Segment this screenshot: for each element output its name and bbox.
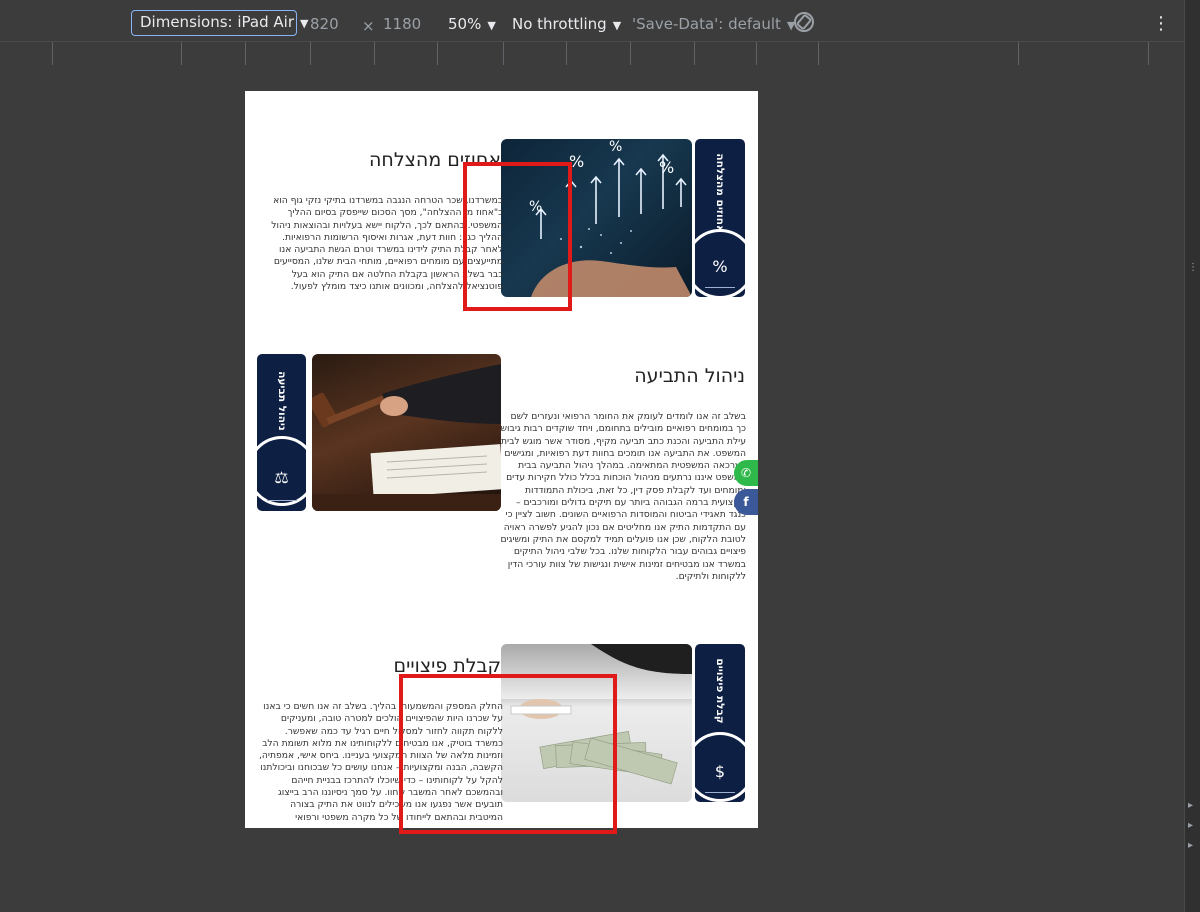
svg-text:%: % [659, 158, 674, 177]
chevron-down-icon: ▼ [299, 17, 309, 30]
side-banner-label: קבלת פיצויים [714, 658, 726, 725]
expand-arrow-icon[interactable]: ▸ [1188, 840, 1198, 851]
rotate-icon [794, 12, 814, 32]
ruler-mark [694, 42, 695, 65]
height-input[interactable]: 1180 [383, 11, 421, 37]
drag-handle-icon[interactable]: ⋮ [1188, 262, 1198, 273]
chevron-down-icon: ▼ [612, 19, 622, 32]
money-hand-icon: $ [714, 762, 726, 781]
section-side-banner: קבלת פיצויים $ [695, 644, 745, 802]
ruler-mark [566, 42, 567, 65]
ruler-mark [181, 42, 182, 65]
whatsapp-icon: ✆ [740, 466, 752, 480]
save-data-dropdown[interactable]: 'Save-Data': default ▼ [632, 11, 795, 37]
ruler-mark [374, 42, 375, 65]
ruler-mark [503, 42, 504, 65]
section-title: ניהול התביעה [634, 365, 745, 387]
throttling-dropdown[interactable]: No throttling ▼ [512, 11, 621, 37]
ruler-mark [310, 42, 311, 65]
gavel-icon: ⚖ [274, 468, 289, 487]
save-data-label: 'Save-Data': default [632, 15, 781, 33]
dimension-separator: × [362, 17, 375, 35]
ruler-mark [245, 42, 246, 65]
ruler-mark [818, 42, 819, 65]
devtools-side-panel[interactable]: ⋮ ▸ ▸ ▸ [1184, 0, 1200, 912]
expand-arrow-icon[interactable]: ▸ [1188, 820, 1198, 831]
ruler-mark [756, 42, 757, 65]
facebook-icon: f [743, 495, 749, 509]
ruler-mark [630, 42, 631, 65]
side-banner-divider [267, 500, 297, 501]
zoom-dropdown[interactable]: 50% ▼ [448, 11, 496, 37]
section-body-text: בשלב זה אנו לומדים לעומק את החומר הרפואי… [500, 411, 746, 582]
whatsapp-button[interactable]: ✆ [734, 460, 758, 486]
throttling-label: No throttling [512, 15, 607, 33]
side-banner-divider [705, 792, 735, 793]
ruler-mark [437, 42, 438, 65]
expand-arrow-icon[interactable]: ▸ [1188, 800, 1198, 811]
more-options-icon[interactable]: ⋮ [1152, 11, 1170, 37]
section-side-banner: ניהול תביעה ⚖ [257, 354, 306, 511]
media-query-ruler [0, 41, 1185, 66]
chevron-down-icon: ▼ [487, 19, 496, 32]
side-banner-label: אחוזים מהצלחה [714, 153, 726, 233]
dimensions-dropdown[interactable]: Dimensions: iPad Air ▼ [131, 10, 308, 36]
ruler-mark [52, 42, 53, 65]
svg-text:%: % [609, 139, 622, 155]
side-banner-divider [705, 287, 735, 288]
section-side-banner: אחוזים מהצלחה % [695, 139, 745, 297]
side-banner-label: ניהול תביעה [275, 371, 288, 431]
device-toolbar: Dimensions: iPad Air ▼ 820 × 1180 50% ▼ No… [0, 0, 1185, 47]
width-input[interactable]: 820 [310, 11, 339, 37]
zoom-label: 50% [448, 15, 482, 33]
gavel-illustration [312, 364, 501, 511]
ruler-mark [1018, 42, 1019, 65]
ruler-mark [1148, 42, 1149, 65]
rotate-button[interactable] [792, 10, 816, 36]
percent-trophy-icon: % [712, 257, 728, 276]
highlight-box [399, 674, 617, 834]
dimensions-label: Dimensions: iPad Air [140, 13, 294, 31]
judge-gavel-photo [312, 354, 501, 511]
facebook-button[interactable]: f [734, 489, 758, 515]
highlight-box [463, 162, 572, 311]
